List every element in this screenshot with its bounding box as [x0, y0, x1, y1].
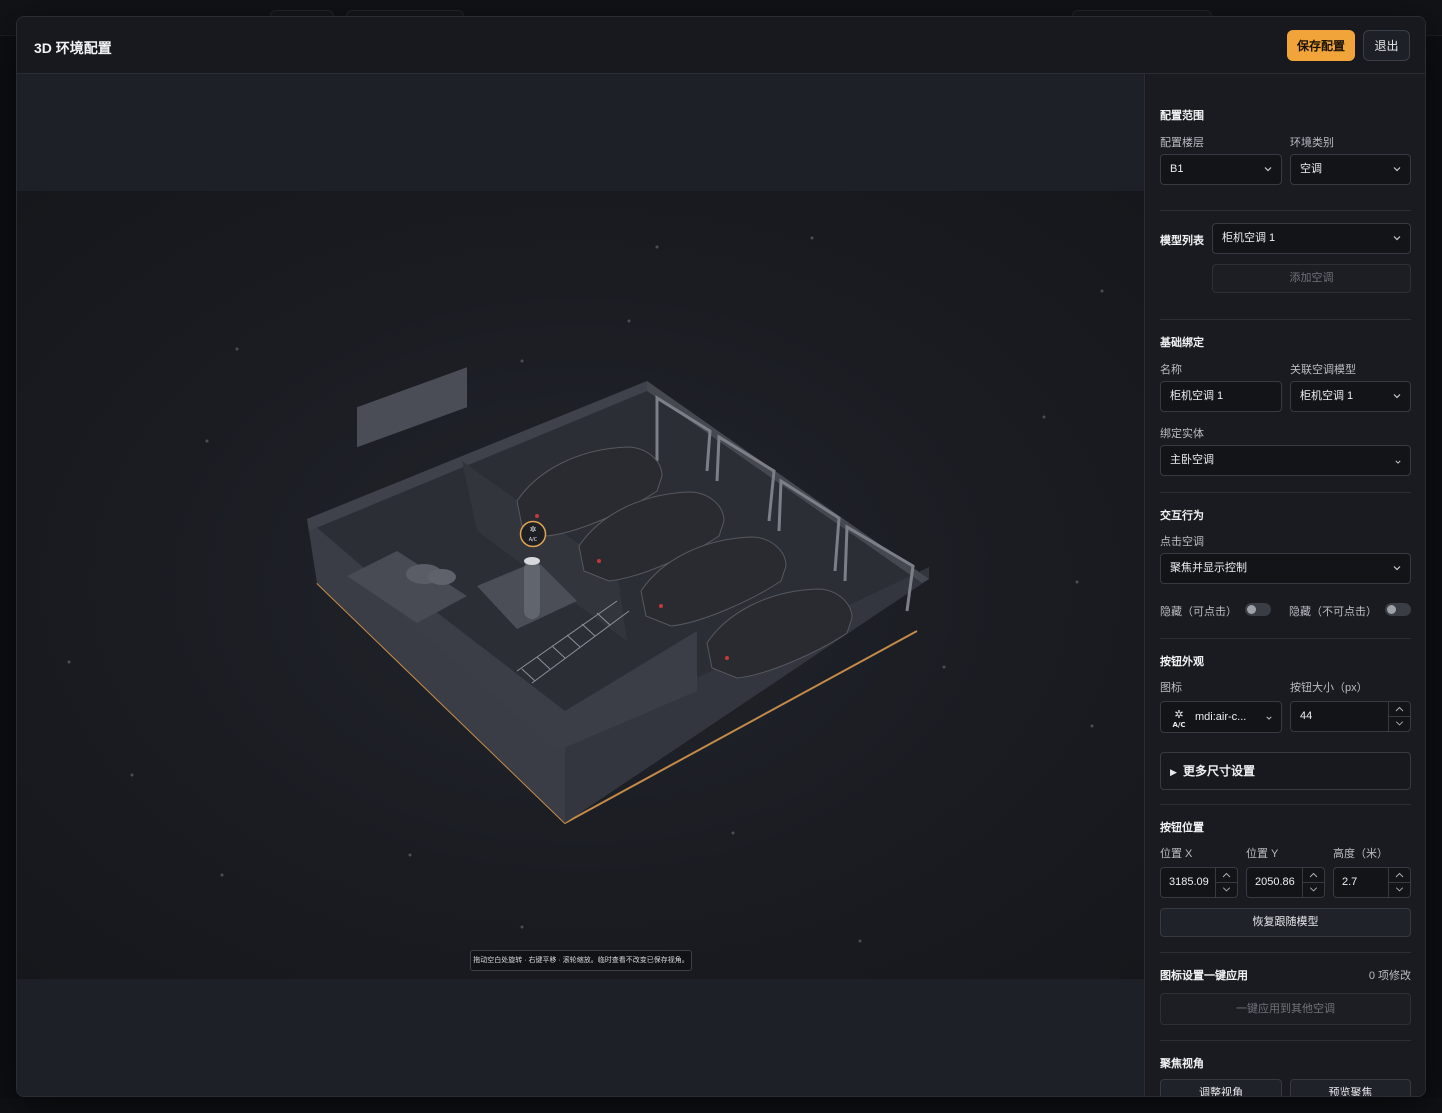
chevron-down-icon[interactable]: [1216, 882, 1237, 896]
chevron-down-icon: [1266, 716, 1272, 720]
model-select-value: 柜机空调 1: [1222, 232, 1276, 244]
divider: [1160, 492, 1411, 493]
modal-header: 3D 环境配置 保存配置 退出: [17, 17, 1425, 74]
environment-config-modal: 3D 环境配置 保存配置 退出 ✲ A/C 拖动空白处旋转 · 右键平移 · 滚…: [16, 16, 1426, 1097]
divider: [1160, 804, 1411, 805]
exit-button[interactable]: 退出: [1363, 30, 1410, 61]
chevron-down-icon: [1393, 566, 1401, 571]
height-value: 2.7: [1342, 876, 1358, 888]
models-title: 模型列表: [1160, 235, 1204, 247]
position-y-input[interactable]: 2050.86: [1246, 867, 1325, 898]
position-x-value: 3185.09: [1169, 876, 1209, 888]
floorplan-model: ✲ A/C: [67, 236, 1104, 943]
linked-model-select[interactable]: 柜机空调 1: [1290, 381, 1411, 412]
3d-viewport[interactable]: ✲ A/C 拖动空白处旋转 · 右键平移 · 滚轮缩放。临时查看不改变已保存视角…: [17, 74, 1145, 1096]
divider: [1160, 952, 1411, 953]
divider: [1160, 210, 1411, 211]
model-select[interactable]: 柜机空调 1: [1212, 223, 1411, 254]
name-label: 名称: [1160, 364, 1182, 376]
modal-title: 3D 环境配置: [34, 40, 112, 56]
apply-title: 图标设置一键应用: [1160, 970, 1248, 982]
3d-scene[interactable]: ✲ A/C: [17, 191, 1144, 979]
env-select[interactable]: 空调: [1290, 154, 1411, 185]
background-footer: [0, 1098, 1442, 1113]
interaction-title: 交互行为: [1160, 510, 1204, 522]
position-x-label: 位置 X: [1160, 848, 1193, 860]
save-config-button[interactable]: 保存配置: [1287, 30, 1355, 61]
chevron-up-icon[interactable]: [1389, 868, 1410, 882]
hide-unclickable-toggle[interactable]: [1385, 603, 1411, 616]
svg-text:✲: ✲: [530, 525, 537, 534]
entity-value: 主卧空调: [1170, 454, 1214, 466]
chevron-down-icon: [1393, 167, 1401, 172]
viewport-top-band: [17, 74, 1144, 191]
click-behavior-label: 点击空调: [1160, 536, 1204, 548]
chevron-down-icon: [1395, 460, 1401, 464]
env-value: 空调: [1300, 163, 1322, 175]
position-x-stepper[interactable]: [1215, 868, 1237, 897]
entity-label: 绑定实体: [1160, 428, 1204, 440]
button-size-value: 44: [1300, 710, 1313, 722]
chevron-up-icon[interactable]: [1303, 868, 1324, 882]
viewport-bottom-band: [17, 979, 1144, 1096]
focus-title: 聚焦视角: [1160, 1058, 1204, 1070]
hide-clickable-label: 隐藏（可点击）: [1160, 606, 1237, 618]
divider: [1160, 638, 1411, 639]
chevron-down-icon[interactable]: [1389, 882, 1410, 896]
binding-title: 基础绑定: [1160, 337, 1204, 349]
floor-select[interactable]: B1: [1160, 154, 1282, 185]
chevron-down-icon[interactable]: [1303, 882, 1324, 896]
position-x-input[interactable]: 3185.09: [1160, 867, 1238, 898]
chevron-down-icon: [1393, 394, 1401, 399]
config-panel: 配置范围 配置楼层 环境类别 B1 空调 模型列表 柜机空调 1 添加空调 基础…: [1146, 74, 1425, 1096]
apply-to-others-button[interactable]: 一键应用到其他空调: [1160, 993, 1411, 1025]
linked-model-value: 柜机空调 1: [1300, 390, 1354, 402]
triangle-right-icon: ▶: [1170, 767, 1177, 777]
click-behavior-select[interactable]: 聚焦并显示控制: [1160, 553, 1411, 584]
position-y-label: 位置 Y: [1246, 848, 1279, 860]
svg-text:A/C: A/C: [1172, 721, 1185, 728]
height-stepper[interactable]: [1388, 868, 1410, 897]
icon-value: mdi:air-c...: [1195, 711, 1247, 723]
preview-focus-button[interactable]: 预览聚焦: [1290, 1079, 1411, 1096]
chevron-down-icon: [1264, 167, 1272, 172]
floor-value: B1: [1170, 163, 1184, 175]
height-input[interactable]: 2.7: [1333, 867, 1411, 898]
floor-label: 配置楼层: [1160, 137, 1204, 149]
position-title: 按钮位置: [1160, 822, 1204, 834]
restore-follow-model-button[interactable]: 恢复跟随模型: [1160, 908, 1411, 937]
icon-label: 图标: [1160, 682, 1182, 694]
hide-clickable-toggle[interactable]: [1245, 603, 1271, 616]
size-stepper[interactable]: [1388, 702, 1410, 731]
scope-title: 配置范围: [1160, 110, 1204, 122]
name-input[interactable]: 柜机空调 1: [1160, 381, 1282, 412]
chevron-down-icon[interactable]: [1389, 716, 1410, 730]
chevron-up-icon[interactable]: [1216, 868, 1237, 882]
env-label: 环境类别: [1290, 137, 1334, 149]
divider: [1160, 319, 1411, 320]
height-label: 高度（米）: [1333, 848, 1388, 860]
hide-unclickable-label: 隐藏（不可点击）: [1289, 606, 1377, 618]
chevron-up-icon[interactable]: [1389, 702, 1410, 716]
more-size-label: 更多尺寸设置: [1182, 764, 1255, 778]
chevron-down-icon: [1393, 236, 1401, 241]
appearance-title: 按钮外观: [1160, 656, 1204, 668]
position-y-stepper[interactable]: [1302, 868, 1324, 897]
entity-select[interactable]: 主卧空调: [1160, 445, 1411, 476]
adjust-view-button[interactable]: 调整视角: [1160, 1079, 1282, 1096]
viewport-hint: 拖动空白处旋转 · 右键平移 · 滚轮缩放。临时查看不改变已保存视角。: [470, 950, 692, 971]
button-size-label: 按钮大小（px）: [1290, 682, 1368, 694]
click-behavior-value: 聚焦并显示控制: [1170, 562, 1247, 574]
modification-count: 0 项修改: [1368, 970, 1411, 982]
position-y-value: 2050.86: [1255, 876, 1295, 888]
button-size-input[interactable]: 44: [1290, 701, 1411, 732]
linked-model-label: 关联空调模型: [1290, 364, 1356, 376]
svg-text:✲: ✲: [1174, 708, 1183, 721]
more-size-settings[interactable]: ▶ 更多尺寸设置: [1160, 752, 1411, 790]
svg-text:A/C: A/C: [529, 537, 538, 543]
divider: [1160, 1040, 1411, 1041]
icon-select[interactable]: ✲ A/C mdi:air-c...: [1160, 701, 1282, 733]
add-ac-button[interactable]: 添加空调: [1212, 264, 1411, 293]
air-conditioner-icon: ✲ A/C: [1172, 708, 1185, 728]
